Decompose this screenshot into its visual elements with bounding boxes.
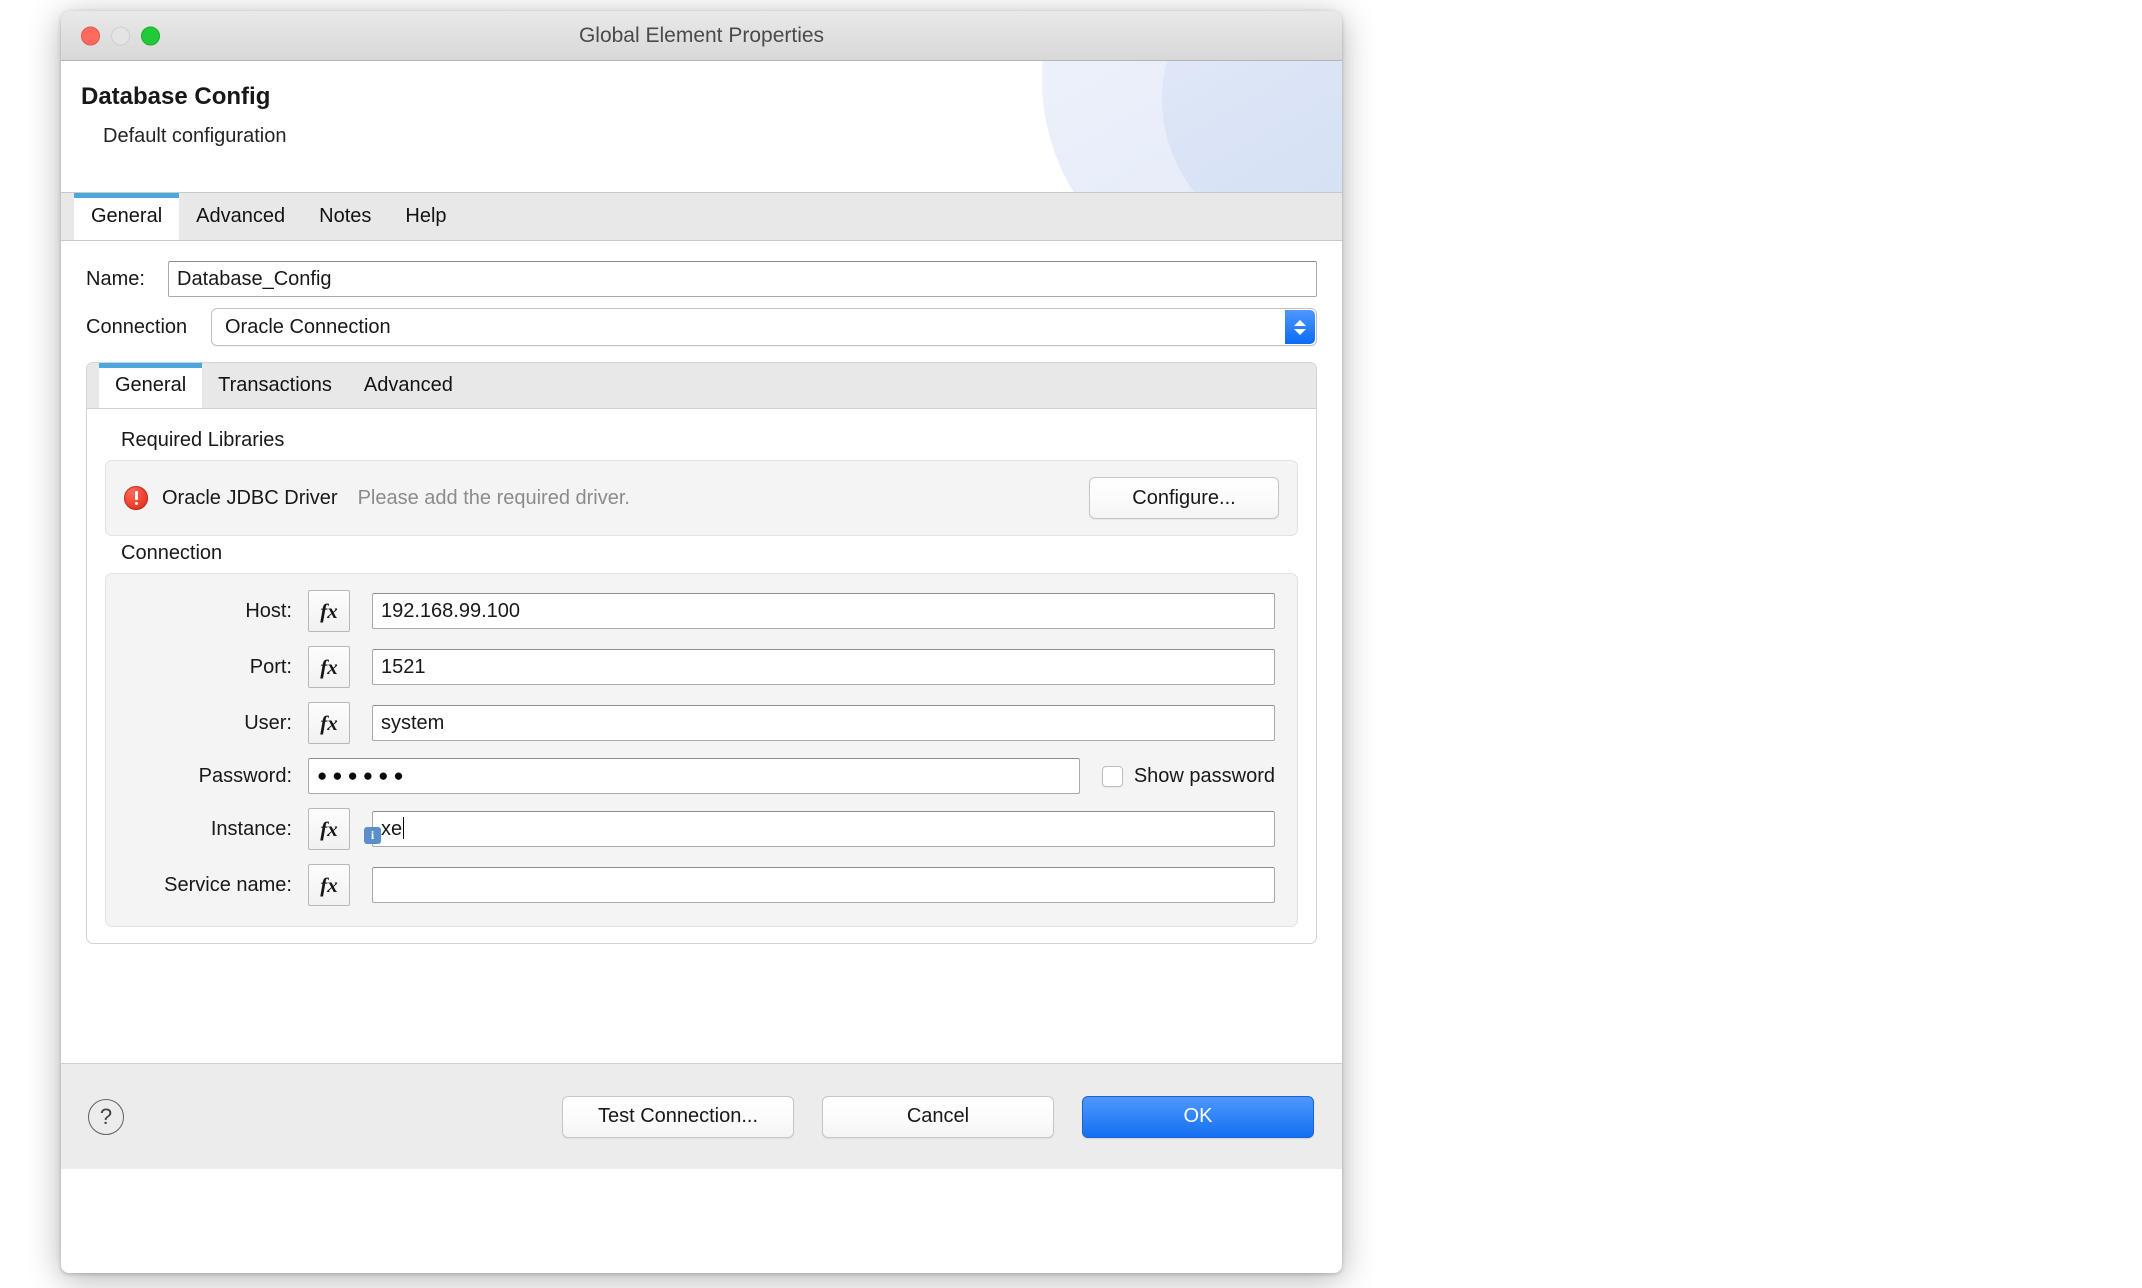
password-input[interactable]: ●●●●●● [308,758,1080,794]
tab-general[interactable]: General [74,193,179,240]
service-name-label: Service name: [128,874,308,897]
footer-button-group: Test Connection... Cancel OK [562,1096,1314,1138]
show-password-checkbox[interactable] [1102,766,1123,787]
instance-label: Instance: [128,818,308,841]
card-content: Required Libraries Oracle JDBC Driver Pl… [87,409,1316,927]
connection-section-label: Connection [121,542,1298,565]
header-decoration-arc-inner [1162,61,1342,193]
tab-advanced[interactable]: Advanced [179,193,302,240]
name-input[interactable]: Database_Config [168,261,1317,297]
header-decoration-arc-outer [1042,61,1342,193]
tab-label: Help [405,205,446,228]
inner-tab-advanced[interactable]: Advanced [348,363,469,408]
port-fx-button[interactable]: fx [308,646,350,688]
instance-input[interactable]: xe [372,811,1275,847]
help-icon[interactable]: ? [88,1099,124,1135]
connection-card: General Transactions Advanced Required L… [86,362,1317,944]
window-titlebar: Global Element Properties [61,11,1342,61]
ok-button[interactable]: OK [1082,1096,1314,1138]
text-caret [403,817,404,839]
chevron-up-icon [1294,320,1306,326]
inner-tab-general[interactable]: General [99,363,202,408]
host-fx-button[interactable]: fx [308,590,350,632]
error-circle-icon [124,486,148,510]
inner-tab-label: Advanced [364,374,453,397]
cancel-button[interactable]: Cancel [822,1096,1054,1138]
name-label: Name: [86,268,168,291]
connection-label: Connection [86,316,211,339]
tab-label: Notes [319,205,371,228]
page-subtitle: Default configuration [103,125,286,148]
user-label: User: [128,712,308,735]
inner-tab-label: Transactions [218,374,332,397]
screen-root: Global Element Properties Database Confi… [0,0,2142,1288]
tab-notes[interactable]: Notes [302,193,388,240]
dialog-footer: ? Test Connection... Cancel OK [61,1063,1342,1169]
service-name-field-row: Service name: fx [128,864,1275,906]
connection-selected-value: Oracle Connection [212,316,391,339]
test-connection-button[interactable]: Test Connection... [562,1096,794,1138]
required-libraries-panel: Oracle JDBC Driver Please add the requir… [105,460,1298,536]
service-name-fx-button[interactable]: fx [308,864,350,906]
show-password-label: Show password [1134,765,1275,788]
tab-help[interactable]: Help [388,193,463,240]
info-icon[interactable]: i [364,827,381,844]
instance-field-row: Instance: fx i xe [128,808,1275,850]
port-label: Port: [128,656,308,679]
port-input[interactable]: 1521 [372,649,1275,685]
library-name: Oracle JDBC Driver [162,487,338,510]
instance-fx-button[interactable]: fx [308,808,350,850]
inner-tab-transactions[interactable]: Transactions [202,363,348,408]
configure-button[interactable]: Configure... [1089,477,1279,519]
user-input[interactable]: system [372,705,1275,741]
host-input[interactable]: 192.168.99.100 [372,593,1275,629]
password-label: Password: [128,765,308,788]
name-row: Name: Database_Config [86,261,1317,297]
port-field-row: Port: fx 1521 [128,646,1275,688]
tab-label: General [91,205,162,228]
outer-tabstrip: General Advanced Notes Help [61,193,1342,241]
host-label: Host: [128,600,308,623]
required-libraries-label: Required Libraries [121,429,1298,452]
instance-input-value: xe [381,818,402,840]
dialog-window: Global Element Properties Database Confi… [61,11,1342,1273]
host-field-row: Host: fx 192.168.99.100 [128,590,1275,632]
page-title: Database Config [81,83,270,111]
dialog-body: Name: Database_Config Connection Oracle … [61,241,1342,1063]
show-password-toggle[interactable]: Show password [1102,765,1275,788]
user-fx-button[interactable]: fx [308,702,350,744]
user-field-row: User: fx system [128,702,1275,744]
inner-tab-label: General [115,374,186,397]
connection-select[interactable]: Oracle Connection [211,308,1317,346]
dialog-header: Database Config Default configuration [61,61,1342,193]
connection-fields-panel: Host: fx 192.168.99.100 Port: fx 1521 Us… [105,573,1298,927]
chevron-down-icon [1294,329,1306,335]
service-name-input[interactable] [372,867,1275,903]
library-row: Oracle JDBC Driver Please add the requir… [124,473,1279,523]
connection-row: Connection Oracle Connection [86,308,1317,346]
inner-tabstrip: General Transactions Advanced [87,363,1316,409]
window-title: Global Element Properties [61,24,1342,48]
chevron-updown-icon[interactable] [1285,310,1315,344]
tab-label: Advanced [196,205,285,228]
password-field-row: Password: ●●●●●● Show password [128,758,1275,794]
library-status-message: Please add the required driver. [358,487,630,510]
